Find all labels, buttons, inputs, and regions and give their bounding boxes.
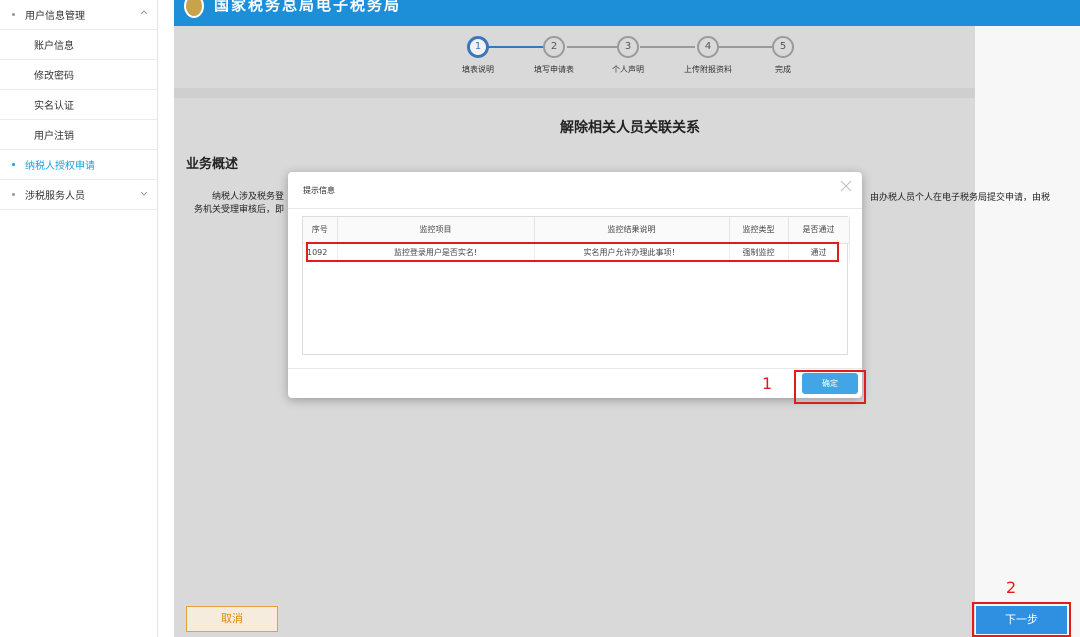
column-header: 监控类型 <box>729 217 789 244</box>
header-bar: 国家税务总局电子税务局 <box>174 0 1080 26</box>
overview-text: 纳税人涉及税务登 <box>212 192 285 202</box>
highlight-box-row <box>306 242 839 262</box>
sidebar-item-change-password[interactable]: 修改密码 <box>0 60 157 90</box>
sidebar-item-account-info[interactable]: 账户信息 <box>0 30 157 60</box>
sidebar-item-label: 实名认证 <box>34 101 74 112</box>
sidebar-item-real-name-auth[interactable]: 实名认证 <box>0 90 157 120</box>
sidebar-item-label: 用户信息管理 <box>25 11 85 22</box>
close-icon[interactable] <box>840 180 852 196</box>
sidebar-item-label: 纳税人授权申请 <box>25 161 95 172</box>
sidebar-item-taxpayer-auth[interactable]: 纳税人授权申请 <box>0 150 157 180</box>
sidebar-item-cancel-user[interactable]: 用户注销 <box>0 120 157 150</box>
step-number: 3 <box>617 36 639 58</box>
divider <box>288 368 862 369</box>
monitor-table: 序号 监控项目 监控结果说明 监控类型 是否通过 1092 监控登录用户是否实名… <box>302 216 850 355</box>
column-header: 是否通过 <box>788 217 850 244</box>
step-label: 上传附报资料 <box>684 65 732 74</box>
step-number: 4 <box>697 36 719 58</box>
step-label: 个人声明 <box>612 65 644 74</box>
bullet-icon <box>12 13 15 16</box>
next-step-button[interactable]: 下一步 <box>976 606 1067 634</box>
sidebar-item-tax-service-staff[interactable]: 涉税服务人员 <box>0 180 157 210</box>
annotation-label-1: 1 <box>762 374 773 393</box>
sidebar-item-label: 用户注销 <box>34 131 74 142</box>
right-panel <box>975 26 1080 637</box>
chevron-up-icon <box>139 8 149 18</box>
page-title: 解除相关人员关联关系 <box>560 120 700 136</box>
chevron-down-icon <box>139 188 149 198</box>
step-number: 5 <box>772 36 794 58</box>
highlight-box-confirm <box>794 370 866 404</box>
prompt-dialog: 提示信息 序号 监控项目 监控结果说明 监控类型 是否通过 1092 监控登录用… <box>288 172 862 398</box>
step-number: 2 <box>543 36 565 58</box>
dialog-title: 提示信息 <box>303 186 335 195</box>
overview-text: 由办税人员个人在电子税务局提交申请，由税 <box>870 193 1051 203</box>
column-header: 序号 <box>303 217 338 244</box>
step-number: 1 <box>467 36 489 58</box>
sidebar: 用户信息管理 账户信息 修改密码 实名认证 用户注销 纳税人授权申请 涉税服务人… <box>0 0 158 637</box>
step-1: 1 填表说明 <box>450 36 506 75</box>
overview-text: 务机关受理审核后，即 <box>194 205 285 215</box>
bullet-icon <box>12 193 15 196</box>
step-label: 完成 <box>775 65 791 74</box>
section-title: 业务概述 <box>186 157 239 172</box>
step-2: 2 填写申请表 <box>526 36 582 75</box>
progress-steps: 1 填表说明 2 填写申请表 3 个人声明 4 上传附报资料 5 完成 <box>174 26 975 88</box>
step-3: 3 个人声明 <box>600 36 656 75</box>
divider-band <box>174 88 975 98</box>
step-label: 填表说明 <box>462 65 494 74</box>
sidebar-item-user-info[interactable]: 用户信息管理 <box>0 0 157 30</box>
table-header-row: 序号 监控项目 监控结果说明 监控类型 是否通过 <box>303 217 850 244</box>
bullet-icon <box>12 163 15 166</box>
column-header: 监控项目 <box>337 217 535 244</box>
step-5: 5 完成 <box>755 36 811 75</box>
site-title: 国家税务总局电子税务局 <box>214 0 402 14</box>
divider <box>288 208 862 209</box>
tax-bureau-logo-icon <box>184 0 204 18</box>
annotation-label-2: 2 <box>1006 578 1017 597</box>
cancel-button[interactable]: 取消 <box>186 606 278 632</box>
step-label: 填写申请表 <box>534 65 574 74</box>
column-header: 监控结果说明 <box>534 217 730 244</box>
sidebar-item-label: 涉税服务人员 <box>25 191 85 202</box>
step-4: 4 上传附报资料 <box>676 36 740 75</box>
sidebar-item-label: 账户信息 <box>34 41 74 52</box>
sidebar-item-label: 修改密码 <box>34 71 74 82</box>
